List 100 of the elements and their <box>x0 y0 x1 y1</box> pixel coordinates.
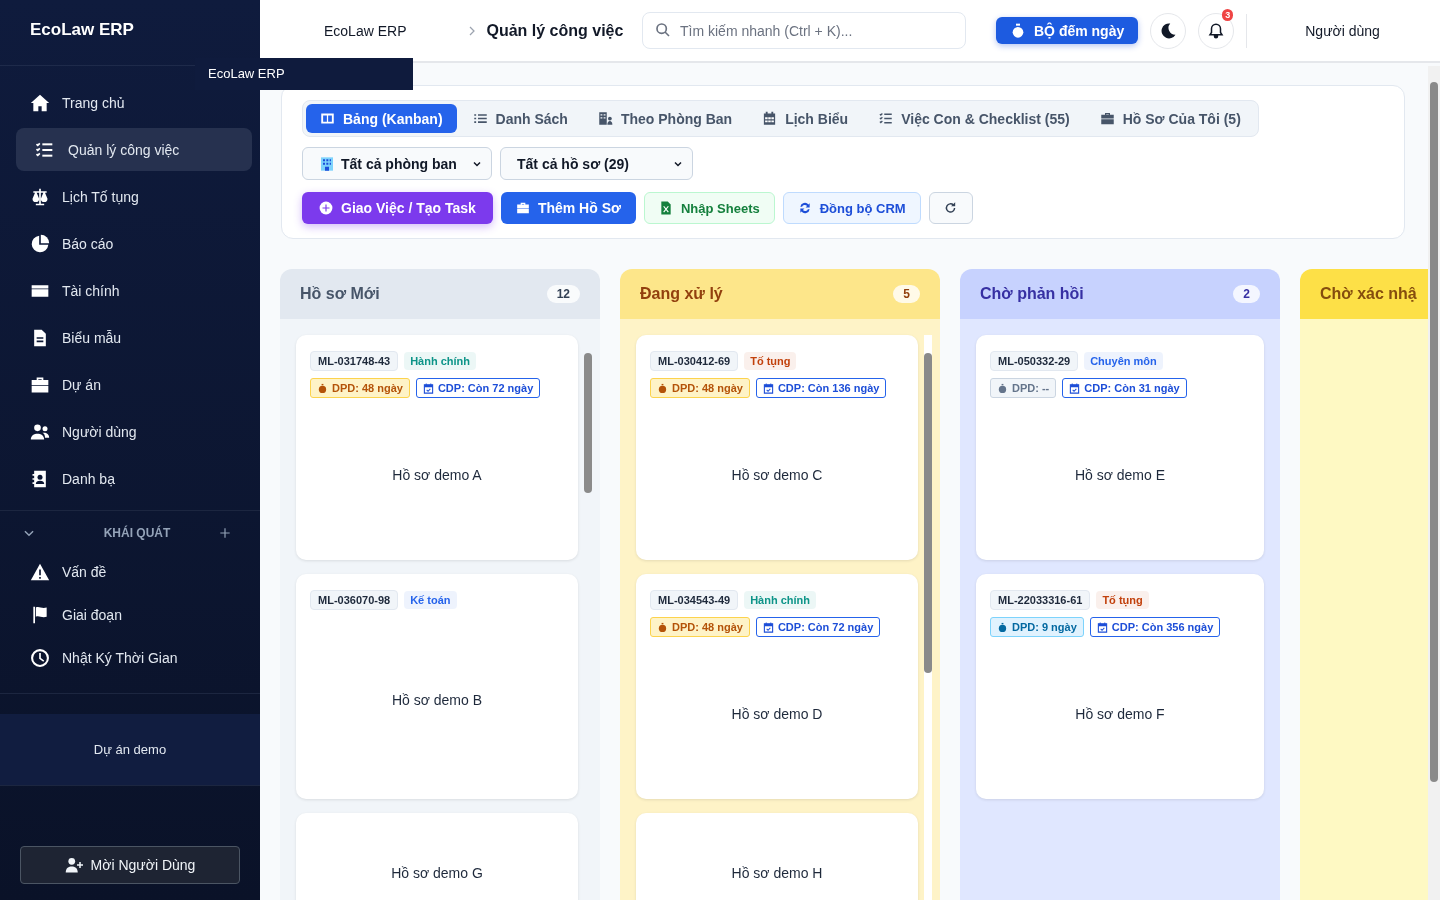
tab[interactable]: Việc Con & Checklist (55) <box>864 104 1084 133</box>
flag-icon <box>30 604 50 625</box>
nav-item[interactable]: Tài chính <box>16 269 252 312</box>
app-logo-text: EcoLaw ERP <box>30 20 134 39</box>
case-code: ML-036070-98 <box>310 590 399 610</box>
import-sheets-button[interactable]: Nhập Sheets <box>643 192 775 224</box>
calendar-icon <box>1096 621 1108 633</box>
nav-item[interactable]: Vấn đề <box>16 550 252 593</box>
invite-button[interactable]: Mời Người Dùng <box>20 846 240 884</box>
calendar-icon <box>422 382 434 394</box>
deadline-tag: DPD: 48 ngày <box>650 378 750 398</box>
card-title: Hồ sơ demo C <box>730 465 824 485</box>
stopwatch-icon <box>317 382 328 394</box>
page-title: Quản lý công việc <box>486 21 624 40</box>
due-date-tag: CDP: Còn 31 ngày <box>1062 378 1187 398</box>
card-title: Hồ sơ demo B <box>390 691 484 710</box>
nav-item[interactable]: Danh bạ <box>16 457 252 500</box>
card-title: Hồ sơ demo G <box>390 864 484 883</box>
briefcase-icon <box>1099 111 1115 126</box>
nav-item[interactable]: Báo cáo <box>16 222 252 265</box>
case-code: ML-030412-69 <box>650 351 739 371</box>
case-card[interactable]: ML-050332-29 Chuyên môn DPD: -- CDP: Còn 31 ngày Hồ sơ demo E <box>976 335 1264 560</box>
case-code: ML-050332-29 <box>990 351 1079 371</box>
card-title: Hồ sơ demo H <box>730 864 824 883</box>
case-card[interactable]: ML-036070-98 Kế toán Hồ sơ demo B <box>296 574 578 799</box>
case-card[interactable]: ML-030412-69 Tố tụng DPD: 48 ngày CDP: Còn 136 ngày Hồ sơ demo C <box>636 335 918 560</box>
column-title: Đang xử lý <box>640 285 723 303</box>
nav-item[interactable]: Dự án <box>16 363 252 406</box>
calendar-icon <box>762 621 774 633</box>
tooltip: EcoLaw ERP <box>195 58 413 90</box>
scrollbar[interactable] <box>1428 66 1440 900</box>
user-name[interactable]: Người dùng <box>1305 22 1380 39</box>
case-card[interactable]: ML-034543-49 Hành chính DPD: 48 ngày CDP: Còn 72 ngày Hồ sơ demo D <box>636 574 918 799</box>
case-card[interactable]: Hồ sơ demo G <box>296 813 578 900</box>
card-title: Hồ sơ demo A <box>391 465 483 485</box>
day-counter-button[interactable]: BỘ đếm ngày <box>996 17 1139 44</box>
column-title: Chờ phản hồi <box>980 285 1084 303</box>
breadcrumb-link[interactable]: EcoLaw ERP <box>324 22 407 39</box>
spreadsheet-icon <box>658 201 673 215</box>
building-icon <box>319 155 335 172</box>
calendar-icon <box>762 382 774 394</box>
refresh-button[interactable] <box>928 192 973 224</box>
nav-item[interactable]: Nhật Ký Thời Gian <box>16 636 252 679</box>
add-icon <box>319 201 333 215</box>
card-title: Hồ sơ demo E <box>1073 465 1167 485</box>
nav-item[interactable]: Quản lý công việc <box>16 128 252 171</box>
notifications-button[interactable]: 3 <box>1198 12 1235 49</box>
add-user-icon <box>64 856 83 874</box>
case-code: ML-22033316-61 <box>990 590 1091 610</box>
tab[interactable]: Theo Phòng Ban <box>583 104 747 133</box>
sync-crm-button[interactable]: Đồng bộ CRM <box>782 192 921 224</box>
department-icon <box>597 111 613 126</box>
deadline-tag: DPD: 48 ngày <box>650 617 750 637</box>
count-badge: 5 <box>893 285 920 303</box>
stopwatch-icon <box>997 382 1008 394</box>
deadline-tag: DPD: 48 ngày <box>310 378 410 398</box>
list-icon <box>472 111 488 126</box>
case-card[interactable]: ML-22033316-61 Tố tụng DPD: 9 ngày CDP: Còn 356 ngày Hồ sơ demo F <box>976 574 1264 799</box>
checklist-icon <box>878 111 894 126</box>
department-tag: Chuyên môn <box>1084 352 1163 370</box>
tab[interactable]: Danh Sách <box>458 104 582 133</box>
tab[interactable]: Bảng (Kanban) <box>306 104 457 133</box>
add-icon[interactable] <box>218 526 232 540</box>
dropdown[interactable]: Tất cả phòng ban <box>302 147 492 180</box>
stopwatch-icon <box>997 621 1008 633</box>
count-badge: 12 <box>546 285 580 303</box>
department-tag: Tố tụng <box>744 352 797 370</box>
calendar-icon <box>1069 382 1081 394</box>
count-badge: 2 <box>1233 285 1260 303</box>
case-card[interactable]: Hồ sơ demo H <box>636 813 918 900</box>
due-date-tag: CDP: Còn 72 ngày <box>755 617 881 637</box>
notification-badge: 3 <box>1222 8 1234 21</box>
nav-item[interactable]: Người dùng <box>16 410 252 453</box>
deadline-tag: DPD: 9 ngày <box>990 617 1084 637</box>
board-icon <box>320 111 335 126</box>
card-title: Hồ sơ demo D <box>730 704 824 724</box>
case-card[interactable]: ML-031748-43 Hành chính DPD: 48 ngày CDP: Còn 72 ngày Hồ sơ demo A <box>296 335 578 560</box>
tab[interactable]: Hồ Sơ Của Tôi (5) <box>1085 104 1255 133</box>
search-field[interactable]: Tìm kiếm nhanh (Ctrl + K)... <box>642 12 966 49</box>
nav-item[interactable]: Lịch Tố tụng <box>16 175 252 218</box>
theme-toggle-button[interactable] <box>1150 12 1187 49</box>
assign-task-button[interactable]: Giao Việc / Tạo Task <box>302 192 493 224</box>
dropdown[interactable]: Tất cả hồ sơ (29) <box>500 147 693 180</box>
sync-icon <box>797 201 812 215</box>
card-title: Hồ sơ demo F <box>1074 704 1166 724</box>
case-code: ML-034543-49 <box>650 590 739 610</box>
scrollbar[interactable] <box>924 335 932 900</box>
bell-icon <box>1207 21 1226 40</box>
due-date-tag: CDP: Còn 356 ngày <box>1089 617 1221 637</box>
department-tag: Kế toán <box>404 591 457 609</box>
department-tag: Hành chính <box>404 352 477 370</box>
project-card[interactable]: Dự án demo <box>0 714 260 786</box>
scales-icon <box>30 186 50 207</box>
tab[interactable]: Lịch Biểu <box>748 104 863 133</box>
case-code: ML-031748-43 <box>310 351 399 371</box>
nav-item[interactable]: Biểu mẫu <box>16 316 252 359</box>
add-case-button[interactable]: Thêm Hồ Sơ <box>500 192 636 224</box>
nav-item[interactable]: Giai đoạn <box>16 593 252 636</box>
due-date-tag: CDP: Còn 136 ngày <box>755 378 887 398</box>
moon-icon <box>1159 21 1178 40</box>
